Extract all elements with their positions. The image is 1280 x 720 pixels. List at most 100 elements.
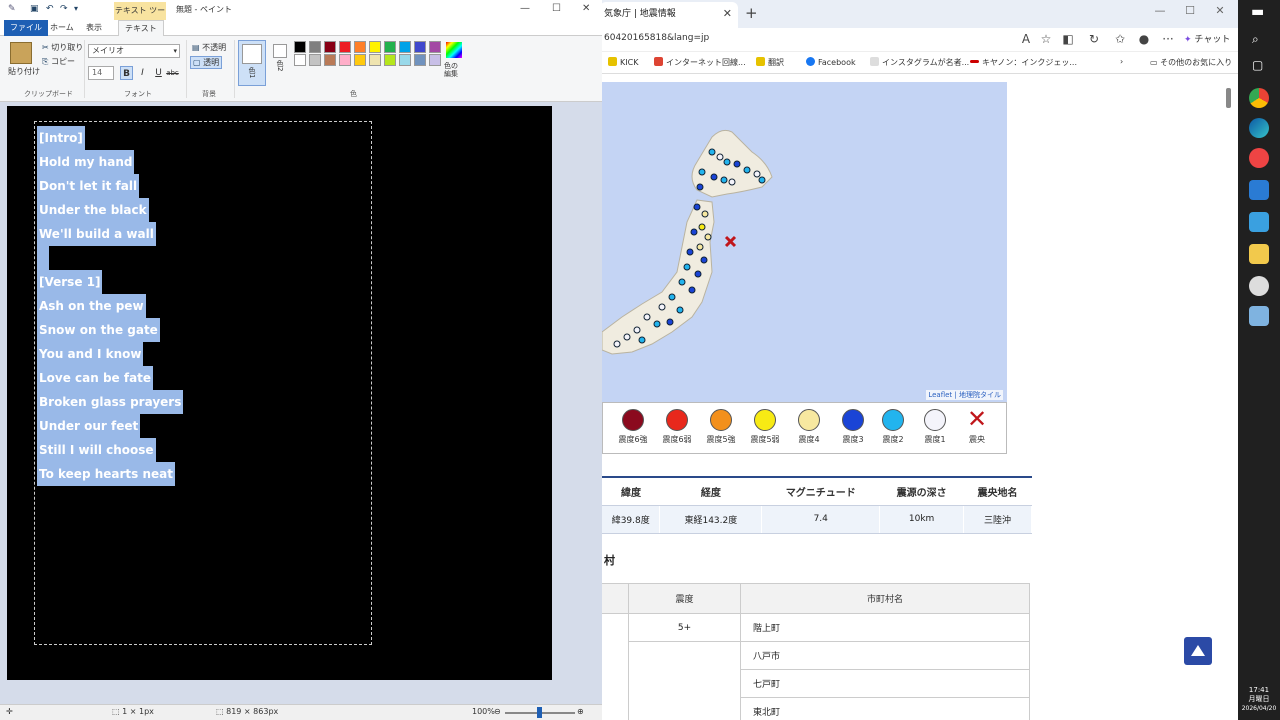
page-scrollbar[interactable]	[1226, 88, 1231, 108]
table-header: 市町村名	[740, 583, 1030, 614]
zoom-in-icon[interactable]: ⊕	[577, 707, 584, 716]
bookmark-item[interactable]: インスタグラムが名者...	[870, 57, 969, 68]
favorites-icon[interactable]: ✩	[1112, 32, 1128, 46]
paint-close-icon[interactable]: ✕	[582, 3, 590, 14]
text-box[interactable]: [Intro] Hold my hand Don't let it fall Unde…	[34, 121, 372, 645]
save-icon[interactable]: ▣	[30, 4, 39, 14]
palette-swatch[interactable]	[339, 54, 351, 66]
palette-swatch[interactable]	[429, 54, 441, 66]
url-field[interactable]: 60420165818&lang=jp	[604, 33, 709, 43]
map-attribution[interactable]: Leaflet | 地理院タイル	[926, 390, 1003, 400]
palette-swatch[interactable]	[399, 54, 411, 66]
palette-swatch[interactable]	[324, 41, 336, 53]
palette-swatch[interactable]	[414, 41, 426, 53]
copilot-button[interactable]: ✦ チャット	[1184, 32, 1230, 45]
legend-item: ✕ 震央	[966, 405, 988, 444]
palette-swatch[interactable]	[369, 54, 381, 66]
chevron-right-icon[interactable]: ›	[1120, 57, 1123, 66]
font-size-select[interactable]: 14	[88, 66, 114, 80]
palette-swatch[interactable]	[309, 41, 321, 53]
bookmark-item[interactable]: Facebook	[806, 57, 856, 67]
refresh-icon[interactable]: ↻	[1086, 32, 1102, 46]
strikethrough-button[interactable]: abc	[166, 66, 179, 80]
palette-swatch[interactable]	[369, 41, 381, 53]
edit-colors-icon[interactable]	[446, 42, 462, 58]
palette-swatch[interactable]	[414, 54, 426, 66]
color1-button[interactable]: 色1	[238, 40, 266, 86]
table-header	[600, 583, 629, 614]
chrome-icon[interactable]	[1249, 88, 1269, 108]
color2-button[interactable]: 色2	[270, 42, 290, 86]
palette-swatch[interactable]	[309, 54, 321, 66]
underline-button[interactable]: U	[152, 66, 165, 80]
palette-swatch[interactable]	[384, 54, 396, 66]
paste-label[interactable]: 貼り付け	[8, 66, 40, 77]
copy-button[interactable]: ⎘ コピー	[42, 56, 75, 67]
new-tab-icon[interactable]: +	[745, 4, 758, 22]
drawing-canvas[interactable]: [Intro] Hold my hand Don't let it fall Unde…	[7, 106, 552, 680]
close-tab-icon[interactable]: ✕	[723, 2, 732, 26]
redo-icon[interactable]: ↷	[60, 4, 68, 14]
folder-icon[interactable]	[1249, 244, 1269, 264]
palette-swatch[interactable]	[294, 41, 306, 53]
browser-tab[interactable]: 気象庁 | 地震情報 ✕	[600, 2, 738, 28]
bold-button[interactable]: B	[120, 66, 133, 80]
bookmark-item[interactable]: キヤノン：インクジェッ...	[970, 57, 1077, 68]
palette-swatch[interactable]	[354, 41, 366, 53]
earthquake-info-table: 緯度 経度 マグニチュード 震源の深さ 震央地名 緯39.8度 東経143.2度…	[602, 476, 1032, 534]
document-icon[interactable]	[1249, 180, 1269, 200]
system-clock[interactable]: 17:41 月曜日 2026/04/20	[1238, 686, 1280, 713]
paint-window: ✎ ▣ ↶ ↷ ▾ テキスト ツール 無題 - ペイント — ☐ ✕ ファイル …	[0, 0, 602, 720]
maximize-icon[interactable]: ☐	[1178, 4, 1202, 17]
palette-swatch[interactable]	[399, 41, 411, 53]
palette-swatch[interactable]	[384, 41, 396, 53]
scroll-to-top-button[interactable]	[1184, 637, 1212, 665]
store-icon[interactable]	[1249, 212, 1269, 232]
read-aloud-icon[interactable]: A	[1018, 32, 1034, 46]
undo-icon[interactable]: ↶	[46, 4, 54, 14]
palette-swatch[interactable]	[354, 54, 366, 66]
zoom-out-icon[interactable]: ⊖	[494, 707, 501, 716]
zoom-slider-thumb[interactable]	[537, 707, 542, 718]
task-view-icon[interactable]: ▢	[1252, 58, 1263, 72]
edit-colors-label[interactable]: 色の編集	[444, 62, 464, 78]
other-bookmarks[interactable]: ▭ その他のお気に入り	[1150, 57, 1232, 68]
palette-swatch[interactable]	[324, 54, 336, 66]
browser-tab-bar: 気象庁 | 地震情報 ✕ + — ☐ ✕	[600, 0, 1238, 28]
paint-taskbar-icon[interactable]	[1249, 306, 1269, 326]
edge-icon[interactable]	[1249, 118, 1269, 138]
font-family-select[interactable]: メイリオ ▾	[88, 44, 180, 58]
search-icon[interactable]: ⌕	[1252, 32, 1259, 47]
minimize-icon[interactable]: —	[1148, 4, 1172, 17]
opaque-button[interactable]: ▤ 不透明	[192, 42, 226, 53]
quick-access-dropdown-icon[interactable]: ▾	[74, 4, 78, 13]
windows-start-icon[interactable]: ▬	[1251, 4, 1264, 20]
tab-file[interactable]: ファイル	[4, 20, 48, 36]
tab-text[interactable]: テキスト	[118, 20, 164, 36]
app-icon[interactable]	[1249, 148, 1269, 168]
intensity-map[interactable]: Leaflet | 地理院タイル	[602, 82, 1007, 402]
more-menu-icon[interactable]: ···	[1160, 32, 1176, 46]
bookmark-item[interactable]: KICK	[608, 57, 638, 67]
palette-swatch[interactable]	[294, 54, 306, 66]
extension-icon[interactable]: ◧	[1060, 32, 1076, 46]
paste-icon[interactable]	[10, 42, 32, 64]
palette-swatch[interactable]	[339, 41, 351, 53]
italic-button[interactable]: I	[136, 66, 149, 80]
cut-button[interactable]: ✂ 切り取り	[42, 42, 83, 53]
bookmark-item[interactable]: 翻訳	[756, 57, 784, 68]
paint-minimize-icon[interactable]: —	[520, 3, 530, 14]
palette-swatch[interactable]	[429, 41, 441, 53]
section-title: 村	[604, 554, 615, 567]
paint-maximize-icon[interactable]: ☐	[552, 3, 561, 14]
bookmark-item[interactable]: インターネット回線...	[654, 57, 746, 68]
profile-icon[interactable]: ●	[1136, 32, 1152, 46]
tab-home[interactable]: ホーム	[44, 20, 80, 36]
favorite-star-icon[interactable]: ☆	[1038, 32, 1054, 46]
transparent-button[interactable]: ▢ 透明	[190, 56, 223, 69]
clock-app-icon[interactable]	[1249, 276, 1269, 296]
close-window-icon[interactable]: ✕	[1208, 4, 1232, 17]
selection-size: ⬚ 1 × 1px	[112, 707, 154, 716]
tab-view[interactable]: 表示	[80, 20, 108, 36]
paint-title-bar: ✎ ▣ ↶ ↷ ▾ テキスト ツール 無題 - ペイント — ☐ ✕	[0, 0, 602, 32]
